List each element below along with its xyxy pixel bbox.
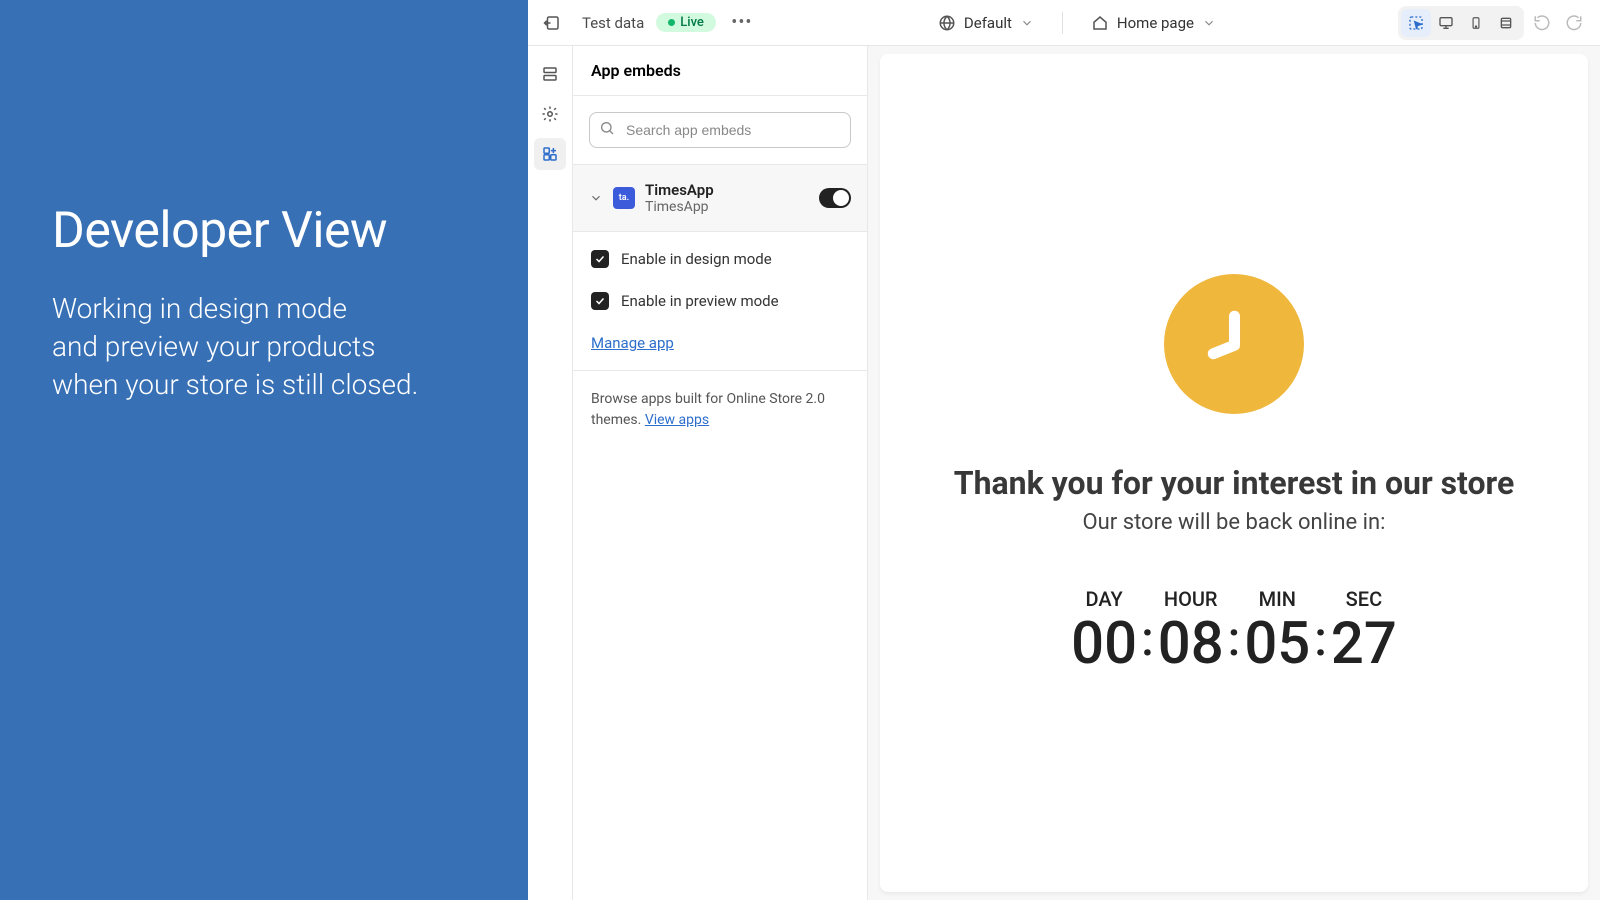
- device-buttons: [1398, 6, 1524, 40]
- desktop-view-button[interactable]: [1431, 9, 1461, 37]
- countdown-sec-value: 27: [1331, 615, 1397, 673]
- app-area: Test data Live ••• Default H: [528, 0, 1600, 900]
- design-mode-checkbox[interactable]: [591, 250, 609, 268]
- top-bar-center: Default Home page: [768, 12, 1386, 34]
- top-bar-right: [1398, 6, 1588, 40]
- search-section: [573, 96, 867, 165]
- settings-panel: App embeds ta.: [573, 46, 868, 900]
- settings-nav-button[interactable]: [534, 98, 566, 130]
- fullscreen-view-button[interactable]: [1491, 9, 1521, 37]
- countdown: DAY 00 : HOUR 08 : MIN 05 : SEC: [1071, 587, 1397, 673]
- undo-button[interactable]: [1528, 9, 1556, 37]
- app-embed-subtitle: TimesApp: [645, 199, 809, 215]
- page-selector-label: Home page: [1117, 14, 1194, 32]
- browse-apps-text: Browse apps built for Online Store 2.0 t…: [573, 371, 867, 449]
- app-embed-name: TimesApp: [645, 181, 809, 199]
- marketing-panel: Developer View Working in design mode an…: [0, 0, 528, 900]
- more-menu-button[interactable]: •••: [728, 9, 756, 37]
- home-icon: [1091, 14, 1109, 32]
- preview-frame: Thank you for your interest in our store…: [880, 54, 1588, 892]
- live-badge: Live: [656, 13, 716, 32]
- marketing-subtitle: Working in design mode and preview your …: [52, 290, 476, 403]
- app-embeds-nav-button[interactable]: [534, 138, 566, 170]
- clock-icon: [1164, 274, 1304, 414]
- app-embed-icon: ta.: [613, 187, 635, 209]
- inspect-button[interactable]: [1401, 9, 1431, 37]
- countdown-sec-label: SEC: [1331, 587, 1397, 611]
- preview-mode-label: Enable in preview mode: [621, 292, 779, 310]
- search-icon: [599, 120, 615, 140]
- countdown-day-value: 00: [1071, 615, 1137, 673]
- search-box: [589, 112, 851, 148]
- countdown-hour-value: 08: [1158, 615, 1224, 673]
- countdown-sec: SEC 27: [1331, 587, 1397, 673]
- design-mode-row: Enable in design mode: [573, 232, 867, 280]
- chevron-down-icon: [1202, 16, 1216, 30]
- chevron-down-icon: [1020, 16, 1034, 30]
- page-selector[interactable]: Home page: [1091, 14, 1216, 32]
- view-apps-link[interactable]: View apps: [645, 412, 709, 428]
- preview-mode-row: Enable in preview mode: [573, 280, 867, 322]
- app-settings-section: Enable in design mode Enable in preview …: [573, 232, 867, 371]
- top-bar: Test data Live ••• Default H: [528, 0, 1600, 46]
- countdown-min-label: MIN: [1244, 587, 1310, 611]
- template-selector-label: Default: [964, 14, 1012, 32]
- preview-area: Thank you for your interest in our store…: [868, 46, 1600, 900]
- countdown-hour: HOUR 08: [1158, 587, 1224, 673]
- countdown-day: DAY 00: [1071, 587, 1137, 673]
- app-embed-toggle[interactable]: [819, 188, 851, 208]
- test-data-label: Test data: [582, 14, 644, 32]
- redo-button[interactable]: [1560, 9, 1588, 37]
- countdown-sep: :: [1314, 615, 1327, 663]
- preview-subtitle: Our store will be back online in:: [1083, 510, 1386, 535]
- chevron-down-icon: [589, 191, 603, 205]
- template-selector[interactable]: Default: [938, 14, 1034, 32]
- countdown-min-value: 05: [1244, 615, 1310, 673]
- countdown-sep: :: [1228, 615, 1241, 663]
- countdown-min: MIN 05: [1244, 587, 1310, 673]
- preview-title: Thank you for your interest in our store: [954, 464, 1514, 502]
- preview-mode-checkbox[interactable]: [591, 292, 609, 310]
- design-mode-label: Enable in design mode: [621, 250, 772, 268]
- countdown-sep: :: [1141, 615, 1154, 663]
- app-embed-info: TimesApp TimesApp: [645, 181, 809, 215]
- app-embed-row[interactable]: ta. TimesApp TimesApp: [573, 165, 867, 232]
- search-input[interactable]: [589, 112, 851, 148]
- manage-app-link[interactable]: Manage app: [573, 322, 867, 370]
- globe-icon: [938, 14, 956, 32]
- content-area: App embeds ta.: [528, 46, 1600, 900]
- exit-button[interactable]: [540, 11, 564, 35]
- sections-nav-button[interactable]: [534, 58, 566, 90]
- settings-header: App embeds: [573, 46, 867, 96]
- marketing-title: Developer View: [52, 202, 476, 260]
- divider: [1062, 12, 1063, 34]
- countdown-hour-label: HOUR: [1158, 587, 1224, 611]
- countdown-day-label: DAY: [1071, 587, 1137, 611]
- mobile-view-button[interactable]: [1461, 9, 1491, 37]
- mini-sidebar: [528, 46, 573, 900]
